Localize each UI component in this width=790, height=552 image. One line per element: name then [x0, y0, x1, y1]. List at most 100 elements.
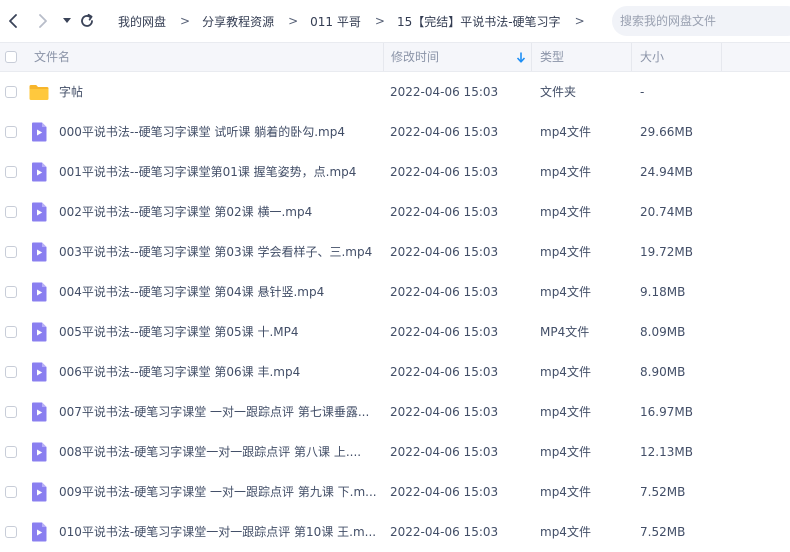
- file-name[interactable]: 004平说书法--硬笔习字课堂 第04课 悬针竖.mp4: [59, 272, 324, 312]
- column-divider[interactable]: [721, 43, 722, 71]
- folder-icon: [29, 85, 49, 100]
- video-file-icon: [32, 162, 47, 182]
- file-size: 7.52MB: [640, 525, 686, 539]
- file-list-header: 文件名 修改时间 类型 大小: [0, 42, 790, 72]
- breadcrumb: 我的网盘 > 分享教程资源 > 011 平哥 > 15【完结】平说书法-硬笔习字…: [118, 0, 597, 42]
- video-file-icon: [32, 402, 47, 422]
- file-type: mp4文件: [540, 525, 591, 539]
- file-size: 9.18MB: [640, 285, 686, 299]
- file-type: mp4文件: [540, 165, 591, 179]
- video-file-icon: [32, 522, 47, 542]
- file-size: 20.74MB: [640, 205, 693, 219]
- video-file-icon: [32, 202, 47, 222]
- file-row[interactable]: 010平说书法-硬笔习字课堂一对一跟踪点评 第10课 王.m... 2022-0…: [0, 512, 790, 552]
- file-size: 16.97MB: [640, 405, 693, 419]
- search-box: [612, 6, 790, 36]
- file-name[interactable]: 001平说书法--硬笔习字课堂第01课 握笔姿势，点.mp4: [59, 152, 356, 192]
- file-type: mp4文件: [540, 405, 591, 419]
- column-header-size[interactable]: 大小: [640, 43, 664, 71]
- file-name[interactable]: 005平说书法--硬笔习字课堂 第05课 十.MP4: [59, 312, 299, 352]
- file-type: mp4文件: [540, 285, 591, 299]
- file-size: 19.72MB: [640, 245, 693, 259]
- file-row[interactable]: 004平说书法--硬笔习字课堂 第04课 悬针竖.mp4 2022-04-06 …: [0, 272, 790, 312]
- file-modified-time: 2022-04-06 15:03: [390, 285, 499, 299]
- sort-descending-icon[interactable]: [516, 52, 526, 63]
- breadcrumb-item-my-drive[interactable]: 我的网盘: [118, 13, 166, 30]
- file-name[interactable]: 字帖: [59, 72, 83, 112]
- file-row[interactable]: 007平说书法-硬笔习字课堂 一对一跟踪点评 第七课垂露... 2022-04-…: [0, 392, 790, 432]
- row-checkbox[interactable]: [5, 486, 17, 498]
- back-button[interactable]: [3, 11, 23, 31]
- file-row[interactable]: 008平说书法-硬笔习字课堂一对一跟踪点评 第八课 上.... 2022-04-…: [0, 432, 790, 472]
- row-checkbox[interactable]: [5, 206, 17, 218]
- file-list: 字帖 2022-04-06 15:03 文件夹 - 000平说书法--硬笔习字课…: [0, 72, 790, 552]
- breadcrumb-separator: >: [374, 14, 385, 28]
- file-row[interactable]: 003平说书法--硬笔习字课堂 第03课 学会看样子、三.mp4 2022-04…: [0, 232, 790, 272]
- file-row[interactable]: 002平说书法--硬笔习字课堂 第02课 横一.mp4 2022-04-06 1…: [0, 192, 790, 232]
- history-dropdown-button[interactable]: [57, 11, 77, 31]
- breadcrumb-item-pingge[interactable]: 011 平哥: [310, 13, 361, 30]
- file-type: mp4文件: [540, 205, 591, 219]
- row-checkbox[interactable]: [5, 406, 17, 418]
- file-row[interactable]: 000平说书法--硬笔习字课堂 试听课 躺着的卧勾.mp4 2022-04-06…: [0, 112, 790, 152]
- file-modified-time: 2022-04-06 15:03: [390, 125, 499, 139]
- row-checkbox[interactable]: [5, 286, 17, 298]
- row-checkbox[interactable]: [5, 526, 17, 538]
- caret-down-icon: [63, 18, 71, 23]
- select-all-checkbox[interactable]: [5, 51, 17, 63]
- file-type: 文件夹: [540, 85, 577, 99]
- file-name[interactable]: 008平说书法-硬笔习字课堂一对一跟踪点评 第八课 上....: [59, 432, 361, 472]
- file-row[interactable]: 009平说书法-硬笔习字课堂 一对一跟踪点评 第九课 下.m... 2022-0…: [0, 472, 790, 512]
- column-header-name[interactable]: 文件名: [34, 43, 70, 71]
- file-name[interactable]: 009平说书法-硬笔习字课堂 一对一跟踪点评 第九课 下.m...: [59, 472, 377, 512]
- row-checkbox[interactable]: [5, 446, 17, 458]
- row-checkbox[interactable]: [5, 246, 17, 258]
- row-checkbox[interactable]: [5, 126, 17, 138]
- file-name[interactable]: 007平说书法-硬笔习字课堂 一对一跟踪点评 第七课垂露...: [59, 392, 369, 432]
- breadcrumb-separator: >: [574, 14, 585, 28]
- video-file-icon: [32, 282, 47, 302]
- column-divider[interactable]: [383, 43, 384, 71]
- file-name[interactable]: 002平说书法--硬笔习字课堂 第02课 横一.mp4: [59, 192, 312, 232]
- file-size: 12.13MB: [640, 445, 693, 459]
- file-size: -: [640, 85, 645, 99]
- row-checkbox[interactable]: [5, 326, 17, 338]
- file-size: 8.09MB: [640, 325, 686, 339]
- file-name[interactable]: 000平说书法--硬笔习字课堂 试听课 躺着的卧勾.mp4: [59, 112, 345, 152]
- column-divider[interactable]: [531, 43, 532, 71]
- file-modified-time: 2022-04-06 15:03: [390, 85, 499, 99]
- file-modified-time: 2022-04-06 15:03: [390, 485, 499, 499]
- column-header-type[interactable]: 类型: [540, 43, 564, 71]
- row-checkbox[interactable]: [5, 366, 17, 378]
- file-name[interactable]: 010平说书法-硬笔习字课堂一对一跟踪点评 第10课 王.m...: [59, 512, 376, 552]
- breadcrumb-separator: >: [180, 14, 191, 28]
- file-row[interactable]: 006平说书法--硬笔习字课堂 第06课 丰.mp4 2022-04-06 15…: [0, 352, 790, 392]
- file-row[interactable]: 005平说书法--硬笔习字课堂 第05课 十.MP4 2022-04-06 15…: [0, 312, 790, 352]
- chevron-right-icon: [39, 14, 47, 28]
- file-row[interactable]: 001平说书法--硬笔习字课堂第01课 握笔姿势，点.mp4 2022-04-0…: [0, 152, 790, 192]
- refresh-icon: [81, 13, 93, 27]
- file-modified-time: 2022-04-06 15:03: [390, 245, 499, 259]
- chevron-left-icon: [9, 14, 17, 28]
- search-input[interactable]: [618, 13, 790, 29]
- file-type: mp4文件: [540, 245, 591, 259]
- row-checkbox[interactable]: [5, 166, 17, 178]
- file-name[interactable]: 003平说书法--硬笔习字课堂 第03课 学会看样子、三.mp4: [59, 232, 372, 272]
- column-header-modified[interactable]: 修改时间: [391, 43, 439, 71]
- file-modified-time: 2022-04-06 15:03: [390, 205, 499, 219]
- file-row[interactable]: 字帖 2022-04-06 15:03 文件夹 -: [0, 72, 790, 112]
- file-modified-time: 2022-04-06 15:03: [390, 325, 499, 339]
- column-divider[interactable]: [631, 43, 632, 71]
- breadcrumb-item-shared-resources[interactable]: 分享教程资源: [202, 13, 274, 30]
- video-file-icon: [32, 122, 47, 142]
- row-checkbox[interactable]: [5, 86, 17, 98]
- forward-button[interactable]: [33, 11, 53, 31]
- file-type: MP4文件: [540, 325, 590, 339]
- file-size: 29.66MB: [640, 125, 693, 139]
- file-type: mp4文件: [540, 125, 591, 139]
- file-type: mp4文件: [540, 485, 591, 499]
- breadcrumb-item-current-folder[interactable]: 15【完结】平说书法-硬笔习字: [397, 13, 561, 30]
- file-name[interactable]: 006平说书法--硬笔习字课堂 第06课 丰.mp4: [59, 352, 300, 392]
- refresh-button[interactable]: [77, 11, 97, 31]
- file-size: 8.90MB: [640, 365, 686, 379]
